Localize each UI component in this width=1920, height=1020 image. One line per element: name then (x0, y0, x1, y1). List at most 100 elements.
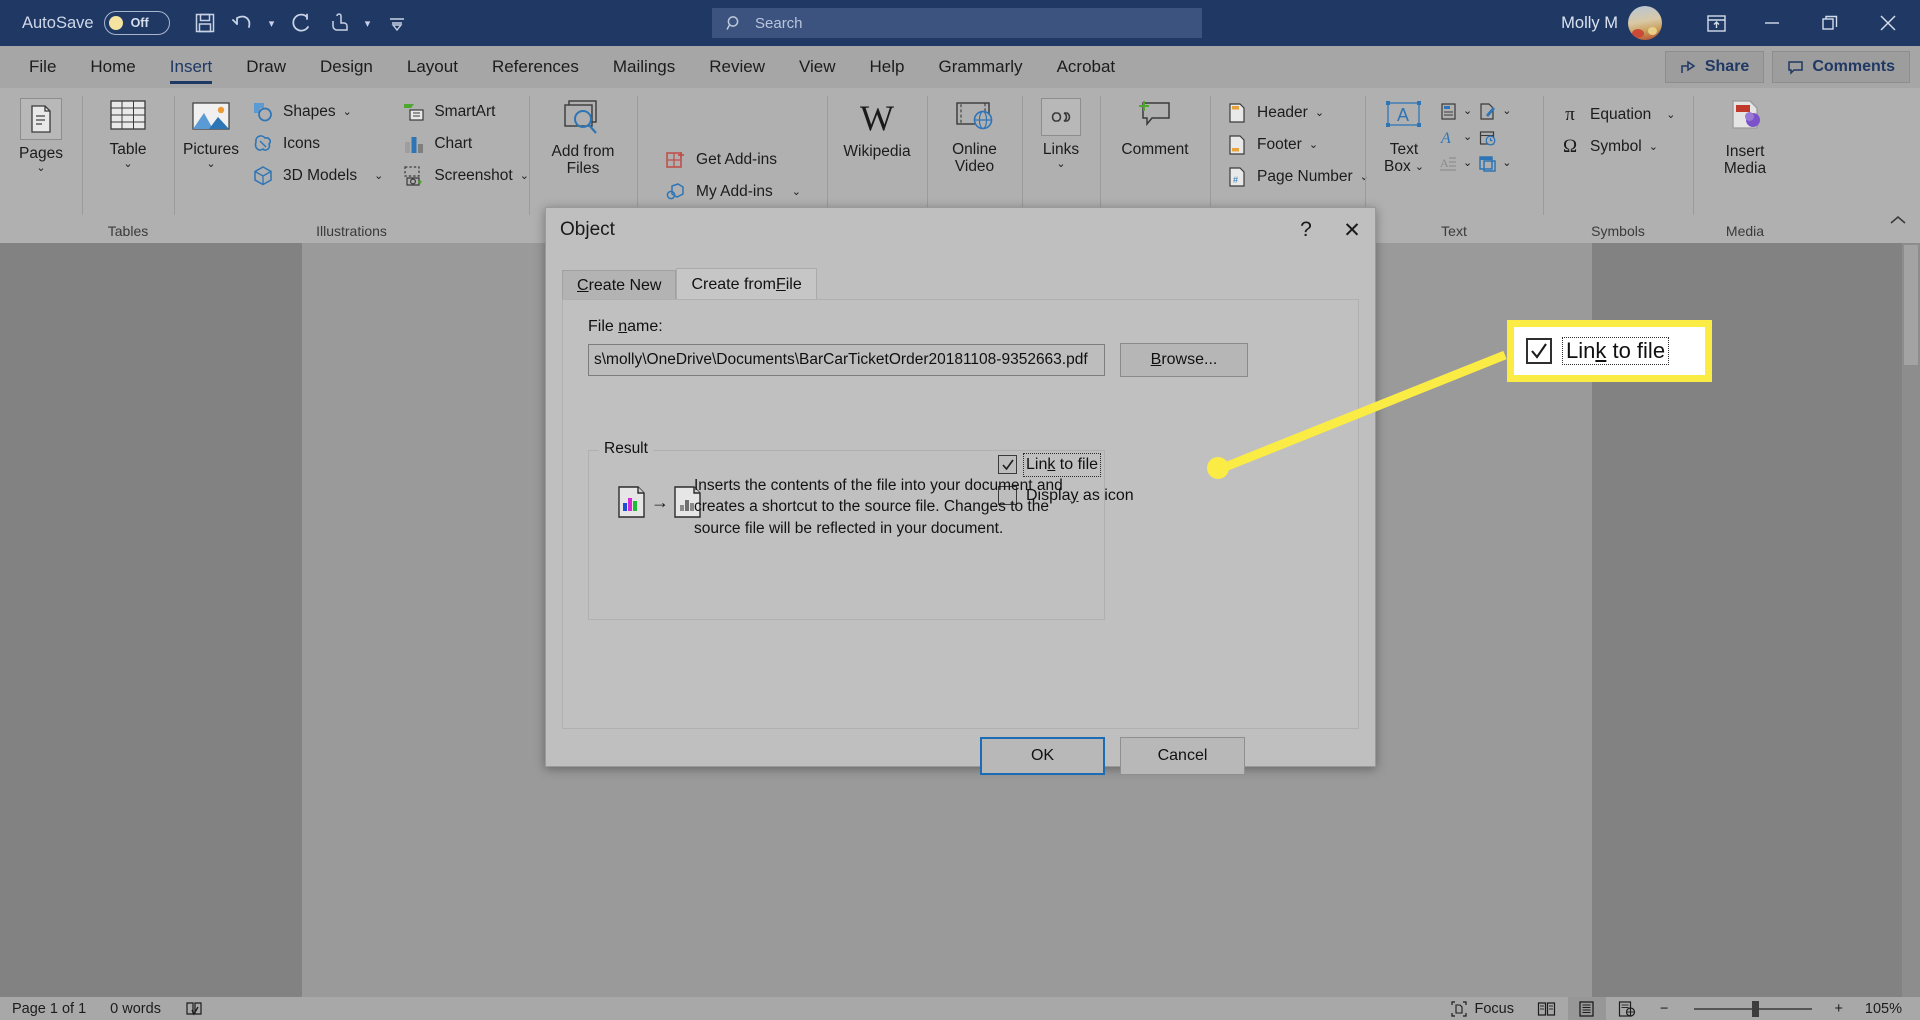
my-addins-button[interactable]: My Add-ins ⌄ (657, 177, 807, 206)
dialog-close-icon[interactable]: ✕ (1329, 208, 1375, 252)
customize-qat-icon[interactable] (380, 6, 414, 40)
share-button[interactable]: Share (1664, 51, 1765, 83)
header-button[interactable]: Header ⌄ (1218, 98, 1375, 127)
quick-parts-chevron-down-icon[interactable]: ⌄ (1463, 106, 1472, 117)
focus-button[interactable]: Focus (1439, 997, 1526, 1020)
links-button[interactable]: Links ⌄ (1032, 94, 1090, 174)
tab-help[interactable]: Help (853, 46, 922, 88)
footer-chevron-down-icon[interactable]: ⌄ (1309, 139, 1318, 151)
ribbon-display-options-icon[interactable] (1690, 0, 1742, 46)
touch-mode-icon[interactable] (322, 6, 356, 40)
cancel-button[interactable]: Cancel (1120, 737, 1245, 775)
drop-cap-chevron-down-icon[interactable]: ⌄ (1463, 158, 1472, 169)
pictures-chevron-down-icon[interactable]: ⌄ (206, 159, 215, 170)
redo-icon[interactable] (284, 6, 318, 40)
quick-parts-icon[interactable] (1435, 99, 1461, 123)
proofing-icon[interactable] (173, 997, 215, 1020)
wikipedia-button[interactable]: W Wikipedia (835, 94, 918, 164)
word-count[interactable]: 0 words (98, 997, 173, 1020)
vertical-scrollbar[interactable] (1902, 243, 1920, 997)
tab-create-from-file[interactable]: Create from File (676, 268, 817, 300)
equation-button[interactable]: π Equation ⌄ (1551, 100, 1681, 129)
text-box-chevron-down-icon[interactable]: ⌄ (1415, 162, 1424, 173)
table-button[interactable]: Table ⌄ (99, 94, 157, 174)
screenshot-chevron-down-icon[interactable]: ⌄ (520, 170, 529, 182)
web-layout-view-button[interactable] (1608, 997, 1646, 1020)
browse-button[interactable]: Browse... (1120, 343, 1248, 377)
tab-layout[interactable]: Layout (390, 46, 475, 88)
tab-design[interactable]: Design (303, 46, 390, 88)
close-icon[interactable] (1860, 0, 1916, 46)
tab-grammarly[interactable]: Grammarly (922, 46, 1040, 88)
collapse-ribbon-icon[interactable] (1888, 213, 1908, 227)
chart-button[interactable]: Chart (395, 129, 535, 158)
vertical-scrollbar-thumb[interactable] (1904, 245, 1918, 365)
zoom-slider[interactable] (1694, 1000, 1813, 1017)
object-chevron-down-icon[interactable]: ⌄ (1502, 158, 1511, 169)
page-info[interactable]: Page 1 of 1 (0, 997, 98, 1020)
signature-line-icon[interactable] (1474, 99, 1500, 123)
wordart-icon[interactable]: A (1435, 125, 1461, 149)
screenshot-button[interactable]: Screenshot ⌄ (395, 161, 535, 190)
autosave-toggle[interactable]: Off (103, 11, 170, 35)
signature-line-chevron-down-icon[interactable]: ⌄ (1502, 106, 1511, 117)
wordart-chevron-down-icon[interactable]: ⌄ (1463, 132, 1472, 143)
comments-button[interactable]: Comments (1772, 51, 1910, 83)
tab-references[interactable]: References (475, 46, 596, 88)
save-icon[interactable] (188, 6, 222, 40)
3d-models-chevron-down-icon[interactable]: ⌄ (374, 170, 383, 182)
shapes-button[interactable]: Shapes ⌄ (244, 97, 389, 126)
minimize-icon[interactable] (1744, 0, 1800, 46)
pages-button[interactable]: Pages ⌄ (11, 94, 71, 178)
tab-file[interactable]: File (12, 46, 73, 88)
comment-button[interactable]: Comment (1113, 94, 1196, 162)
ok-button[interactable]: OK (980, 737, 1105, 775)
table-chevron-down-icon[interactable]: ⌄ (123, 159, 132, 170)
tab-draw[interactable]: Draw (229, 46, 303, 88)
dialog-help-icon[interactable]: ? (1283, 208, 1329, 252)
zoom-out-button[interactable]: − (1648, 997, 1680, 1020)
tab-insert[interactable]: Insert (153, 46, 230, 88)
search-input[interactable]: Search (712, 8, 1202, 38)
page-number-button[interactable]: # Page Number ⌄ (1218, 162, 1375, 191)
user-name[interactable]: Molly M (1561, 14, 1618, 33)
footer-button[interactable]: Footer ⌄ (1218, 130, 1375, 159)
tab-create-new[interactable]: Create New (562, 270, 677, 300)
drop-cap-icon[interactable]: A (1435, 151, 1461, 175)
text-box-button[interactable]: A Text Box ⌄ (1373, 94, 1435, 180)
read-mode-view-button[interactable] (1528, 997, 1566, 1020)
zoom-in-button[interactable]: + (1826, 997, 1850, 1020)
smartart-button[interactable]: SmartArt (395, 97, 535, 126)
date-time-icon[interactable] (1474, 125, 1500, 149)
pages-chevron-down-icon[interactable]: ⌄ (36, 163, 45, 174)
header-chevron-down-icon[interactable]: ⌄ (1315, 107, 1324, 119)
my-addins-chevron-down-icon[interactable]: ⌄ (792, 186, 801, 198)
equation-chevron-down-icon[interactable]: ⌄ (1666, 109, 1675, 121)
tab-review[interactable]: Review (692, 46, 782, 88)
links-chevron-down-icon[interactable]: ⌄ (1056, 159, 1065, 170)
shapes-chevron-down-icon[interactable]: ⌄ (343, 106, 352, 118)
insert-media-button[interactable]: Insert Media (1716, 94, 1774, 182)
get-addins-button[interactable]: Get Add-ins (657, 145, 807, 174)
icons-button[interactable]: Icons (244, 129, 389, 158)
symbol-button[interactable]: Ω Symbol ⌄ (1551, 132, 1681, 161)
online-video-button[interactable]: Online Video (944, 94, 1005, 180)
restore-icon[interactable] (1802, 0, 1858, 46)
tab-view[interactable]: View (782, 46, 853, 88)
zoom-level[interactable]: 105% (1853, 997, 1914, 1020)
tab-acrobat[interactable]: Acrobat (1040, 46, 1133, 88)
3d-models-button[interactable]: 3D Models ⌄ (244, 161, 389, 190)
pictures-button[interactable]: Pictures ⌄ (182, 94, 240, 174)
undo-chevron-down-icon[interactable]: ▾ (264, 6, 280, 40)
touch-mode-chevron-down-icon[interactable]: ▾ (360, 6, 376, 40)
avatar[interactable] (1628, 6, 1662, 40)
tab-mailings[interactable]: Mailings (596, 46, 692, 88)
undo-icon[interactable] (226, 6, 260, 40)
object-icon[interactable] (1474, 151, 1500, 175)
add-from-files-button[interactable]: Add from Files (544, 94, 623, 182)
symbol-chevron-down-icon[interactable]: ⌄ (1649, 141, 1658, 153)
file-name-input[interactable]: s\molly\OneDrive\Documents\BarCarTicketO… (588, 344, 1105, 376)
tab-home[interactable]: Home (73, 46, 152, 88)
zoom-slider-thumb[interactable] (1752, 1000, 1760, 1017)
print-layout-view-button[interactable] (1567, 997, 1606, 1020)
